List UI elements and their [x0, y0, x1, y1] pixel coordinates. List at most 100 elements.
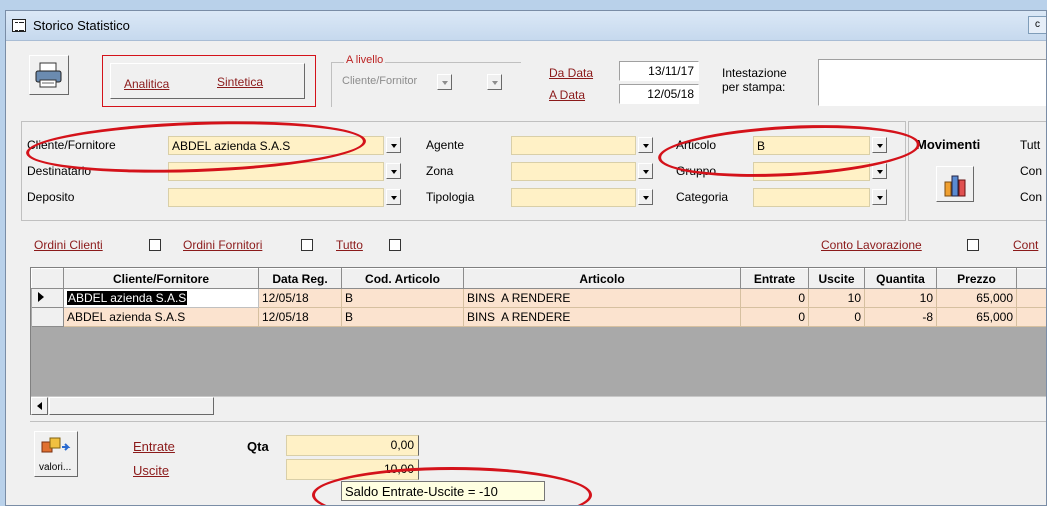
intestazione-field[interactable] [818, 59, 1046, 106]
cell-entrate[interactable]: 0 [740, 288, 809, 308]
conto-lavorazione-checkbox[interactable] [967, 239, 979, 251]
sintetica-button[interactable]: Sintetica [217, 75, 263, 89]
uscite-qta-field: 10,00 [286, 459, 419, 480]
tipologia-label: Tipologia [426, 190, 475, 204]
intestazione-label: Intestazione [722, 66, 787, 80]
cell-articolo[interactable]: BINS A RENDERE [463, 307, 741, 327]
row-selector[interactable] [31, 307, 64, 327]
scrollbar-thumb[interactable] [49, 397, 214, 415]
conto-lavorazione-link[interactable]: Conto Lavorazione [821, 238, 922, 252]
window-form-icon [12, 19, 26, 32]
tutto-link[interactable]: Tutto [336, 238, 363, 252]
data-grid[interactable]: Cliente/Fornitore Data Reg. Cod. Articol… [30, 267, 1046, 415]
header-extra [1016, 268, 1046, 289]
da-data-field[interactable]: 13/11/17 [619, 61, 699, 81]
chart-button[interactable] [936, 166, 974, 202]
cont-link[interactable]: Cont [1013, 238, 1038, 252]
cell-data-reg[interactable]: 12/05/18 [258, 288, 342, 308]
qta-label: Qta [247, 439, 269, 454]
categoria-field[interactable] [753, 188, 870, 207]
mode-toggle: Analitica Sintetica [110, 63, 305, 99]
table-row[interactable]: ABDEL azienda S.A.S 12/05/18 B BINS A RE… [31, 307, 1046, 327]
header-prezzo[interactable]: Prezzo [936, 268, 1017, 289]
header-cliente-fornitore[interactable]: Cliente/Fornitore [63, 268, 259, 289]
grid-header-row: Cliente/Fornitore Data Reg. Cod. Articol… [31, 268, 1046, 289]
valori-button[interactable]: valori... [34, 431, 78, 477]
a-livello-group: A livello Cliente/Fornitor [331, 54, 521, 107]
gruppo-label: Gruppo [676, 164, 717, 178]
con-option-2[interactable]: Con [1020, 190, 1042, 204]
cell-uscite[interactable]: 0 [808, 307, 865, 327]
header-articolo[interactable]: Articolo [463, 268, 741, 289]
cell-cliente[interactable]: ABDEL azienda S.A.S [63, 288, 259, 308]
categoria-dropdown-button[interactable] [872, 189, 887, 205]
a-data-label[interactable]: A Data [549, 88, 585, 102]
deposito-dropdown-button[interactable] [386, 189, 401, 205]
saldo-tooltip: Saldo Entrate-Uscite = -10 [341, 481, 545, 501]
articolo-field[interactable]: B [753, 136, 870, 155]
row-pointer-icon[interactable] [31, 288, 64, 308]
cell-entrate[interactable]: 0 [740, 307, 809, 327]
gruppo-field[interactable] [753, 162, 870, 181]
zona-label: Zona [426, 164, 454, 178]
cell-quantita[interactable]: 10 [864, 288, 937, 308]
horizontal-scrollbar[interactable] [31, 396, 1046, 415]
ordini-clienti-checkbox[interactable] [149, 239, 161, 251]
deposito-label: Deposito [27, 190, 75, 204]
ordini-clienti-link[interactable]: Ordini Clienti [34, 238, 103, 252]
destinatario-field[interactable] [168, 162, 384, 181]
header-entrate[interactable]: Entrate [740, 268, 809, 289]
zona-dropdown-button[interactable] [638, 163, 653, 179]
analitica-button[interactable]: Analitica [124, 77, 169, 91]
tutto-checkbox[interactable] [389, 239, 401, 251]
print-button[interactable] [29, 55, 69, 95]
cell-data-reg[interactable]: 12/05/18 [258, 307, 342, 327]
cell-quantita[interactable]: -8 [864, 307, 937, 327]
cliente-dropdown-button[interactable] [386, 137, 401, 153]
tipologia-field[interactable] [511, 188, 636, 207]
header-quantita[interactable]: Quantita [864, 268, 937, 289]
window-control-button[interactable]: c [1028, 16, 1046, 34]
cell-uscite[interactable]: 10 [808, 288, 865, 308]
a-data-field[interactable]: 12/05/18 [619, 84, 699, 104]
cell-cod-articolo[interactable]: B [341, 307, 464, 327]
entrate-link[interactable]: Entrate [133, 439, 175, 454]
livello-dropdown-button-2[interactable] [487, 74, 502, 90]
zona-field[interactable] [511, 162, 636, 181]
per-stampa-label: per stampa: [722, 80, 786, 94]
cliente-fornitore-field[interactable]: ABDEL azienda S.A.S [168, 136, 384, 155]
ordini-fornitori-link[interactable]: Ordini Fornitori [183, 238, 262, 252]
cell-prezzo[interactable]: 65,000 [936, 288, 1017, 308]
agente-field[interactable] [511, 136, 636, 155]
destinatario-label: Destinatario [27, 164, 92, 178]
header-cod-articolo[interactable]: Cod. Articolo [341, 268, 464, 289]
movimenti-label: Movimenti [916, 137, 981, 152]
con-option-1[interactable]: Con [1020, 164, 1042, 178]
deposito-field[interactable] [168, 188, 384, 207]
bar-chart-icon [944, 175, 966, 197]
cell-articolo[interactable]: BINS A RENDERE [463, 288, 741, 308]
table-row[interactable]: ABDEL azienda S.A.S 12/05/18 B BINS A RE… [31, 288, 1046, 308]
livello-dropdown-button[interactable] [437, 74, 452, 90]
cell-cliente[interactable]: ABDEL azienda S.A.S [63, 307, 259, 327]
articolo-label: Articolo [676, 138, 717, 152]
tipologia-dropdown-button[interactable] [638, 189, 653, 205]
tutti-option[interactable]: Tutt [1020, 138, 1040, 152]
livello-select[interactable]: Cliente/Fornitor [342, 75, 417, 87]
agente-dropdown-button[interactable] [638, 137, 653, 153]
scroll-left-arrow-icon[interactable] [31, 397, 48, 415]
cell-extra[interactable] [1016, 307, 1046, 327]
window-title: Storico Statistico [33, 18, 130, 33]
uscite-link[interactable]: Uscite [133, 463, 169, 478]
header-uscite[interactable]: Uscite [808, 268, 865, 289]
da-data-label[interactable]: Da Data [549, 66, 593, 80]
ordini-fornitori-checkbox[interactable] [301, 239, 313, 251]
header-data-reg[interactable]: Data Reg. [258, 268, 342, 289]
articolo-dropdown-button[interactable] [872, 137, 887, 153]
cell-cod-articolo[interactable]: B [341, 288, 464, 308]
categoria-label: Categoria [676, 190, 729, 204]
destinatario-dropdown-button[interactable] [386, 163, 401, 179]
cell-prezzo[interactable]: 65,000 [936, 307, 1017, 327]
cell-extra[interactable] [1016, 288, 1046, 308]
gruppo-dropdown-button[interactable] [872, 163, 887, 179]
